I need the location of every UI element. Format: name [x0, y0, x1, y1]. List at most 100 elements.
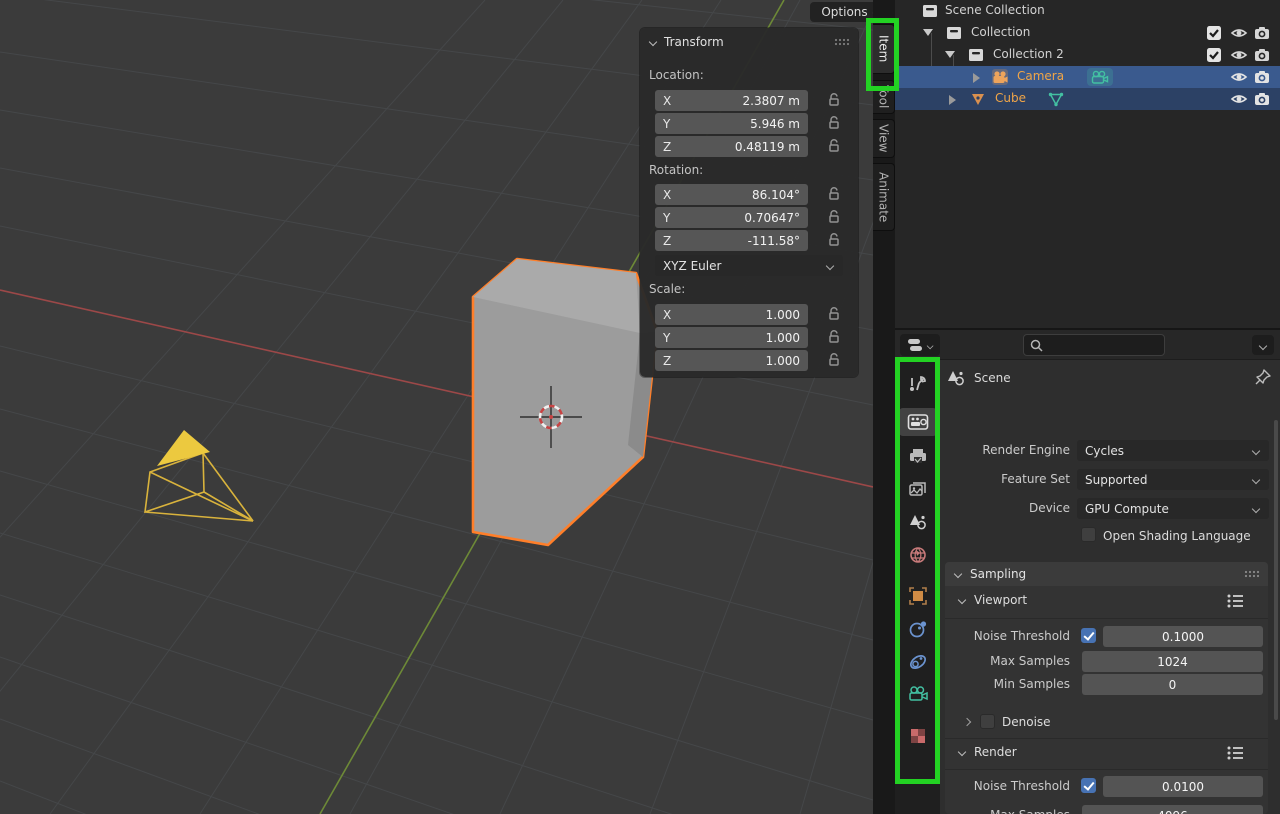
viewport-noise-threshold-field[interactable]: 0.1000 [1103, 626, 1263, 647]
render-visibility-camera-icon[interactable] [1253, 46, 1271, 64]
denoise-row[interactable]: Denoise [963, 714, 1051, 729]
rotation-x-field[interactable]: X 86.104° [655, 184, 808, 205]
sampling-panel-header[interactable]: Sampling [945, 562, 1268, 586]
tab-tool-properties[interactable] [899, 370, 937, 398]
properties-search[interactable] [1023, 334, 1165, 356]
tab-render-properties[interactable] [899, 408, 937, 436]
properties-header [895, 330, 1280, 360]
outliner-row-collection[interactable]: Collection [895, 22, 1280, 44]
viewport-max-samples-field[interactable]: 1024 [1082, 651, 1263, 672]
render-noise-threshold-row: Noise Threshold 0.0100 [945, 776, 1268, 797]
hide-eye-icon[interactable] [1230, 24, 1248, 42]
render-noise-threshold-field[interactable]: 0.0100 [1103, 776, 1263, 797]
tab-item[interactable]: Item [873, 24, 895, 74]
disclosure-triangle-icon[interactable] [973, 73, 980, 83]
noise-threshold-checkbox[interactable] [1081, 778, 1096, 793]
scale-y-field[interactable]: Y 1.000 [655, 327, 808, 348]
tab-tool[interactable]: Tool [873, 80, 895, 114]
search-icon [1030, 339, 1043, 352]
osl-checkbox[interactable] [1081, 527, 1096, 542]
mesh-data-icon[interactable] [1047, 90, 1065, 108]
scale-x-field[interactable]: X 1.000 [655, 304, 808, 325]
collapse-chevron-icon[interactable] [648, 37, 658, 47]
exclude-checkbox-icon[interactable] [1205, 46, 1223, 64]
properties-tab-column [895, 360, 940, 814]
panel-grip-icon[interactable] [1244, 569, 1260, 579]
mesh-object-icon [969, 90, 987, 108]
lock-icon[interactable] [826, 137, 844, 155]
rotation-y-field[interactable]: Y 0.70647° [655, 207, 808, 228]
scale-z-field[interactable]: Z 1.000 [655, 350, 808, 371]
denoise-checkbox[interactable] [980, 714, 995, 729]
tab-output-properties[interactable] [899, 442, 937, 470]
tab-object-properties[interactable] [899, 582, 937, 610]
lock-icon[interactable] [826, 351, 844, 369]
hide-eye-icon[interactable] [1230, 68, 1248, 86]
viewport-min-samples-field[interactable]: 0 [1082, 674, 1263, 695]
disclosure-triangle-icon[interactable] [949, 95, 956, 105]
outliner-row-cube[interactable]: Cube [895, 88, 1280, 110]
hide-eye-icon[interactable] [1230, 90, 1248, 108]
render-visibility-camera-icon[interactable] [1253, 68, 1271, 86]
disclosure-triangle-icon[interactable] [923, 29, 933, 36]
device-dropdown[interactable]: GPU Compute [1077, 498, 1269, 519]
editor-type-button[interactable] [900, 334, 940, 356]
tab-world-properties[interactable] [899, 541, 937, 569]
collapse-chevron-icon [957, 595, 967, 605]
lock-icon[interactable] [826, 91, 844, 109]
lock-icon[interactable] [826, 114, 844, 132]
collapse-chevron-icon [953, 569, 963, 579]
cube-object [471, 257, 659, 547]
chevron-down-icon [1252, 504, 1261, 513]
feature-set-dropdown[interactable]: Supported [1077, 469, 1269, 490]
outliner-row-scene-collection[interactable]: Scene Collection [895, 0, 1280, 22]
texture-checker-icon [911, 729, 925, 743]
location-z-field[interactable]: Z 0.48119 m [655, 136, 808, 157]
pin-icon[interactable] [1254, 368, 1272, 386]
lock-icon[interactable] [826, 208, 844, 226]
tab-physics-properties[interactable] [899, 615, 937, 643]
outliner-row-collection-2[interactable]: Collection 2 [895, 44, 1280, 66]
osl-row: Open Shading Language [940, 526, 1280, 547]
render-max-samples-field[interactable]: 4096 [1082, 805, 1263, 814]
lock-icon[interactable] [826, 185, 844, 203]
location-x-field[interactable]: X 2.3807 m [655, 90, 808, 111]
disclosure-triangle-icon[interactable] [945, 51, 955, 58]
tab-animate[interactable]: Animate [873, 163, 895, 231]
viewport-subpanel-header[interactable]: Viewport [957, 593, 1027, 607]
header-options-button[interactable] [1252, 335, 1274, 355]
lock-icon[interactable] [826, 231, 844, 249]
presets-icon[interactable] [1225, 744, 1245, 762]
panel-grip-icon[interactable] [834, 37, 850, 47]
rotation-label: Rotation: [649, 163, 704, 177]
properties-scrollbar[interactable] [1274, 420, 1278, 720]
lock-icon[interactable] [826, 305, 844, 323]
tab-constraints-properties[interactable] [899, 648, 937, 676]
tab-texture-properties[interactable] [899, 722, 937, 750]
location-y-field[interactable]: Y 5.946 m [655, 113, 808, 134]
options-label: Options [821, 5, 868, 19]
options-button[interactable]: Options [810, 2, 873, 22]
rotation-mode-dropdown[interactable]: XYZ Euler [655, 255, 843, 276]
tab-view-layer-properties[interactable] [899, 475, 937, 503]
collection-icon [921, 2, 939, 20]
render-subpanel-header[interactable]: Render [957, 745, 1017, 759]
search-input[interactable] [1049, 337, 1153, 353]
outliner-row-camera[interactable]: Camera [895, 66, 1280, 88]
lock-icon[interactable] [826, 328, 844, 346]
tab-scene-properties[interactable] [899, 508, 937, 536]
render-engine-dropdown[interactable]: Cycles [1077, 440, 1269, 461]
rotation-z-field[interactable]: Z -111.58° [655, 230, 808, 251]
tab-view[interactable]: View [873, 119, 895, 158]
hide-eye-icon[interactable] [1230, 46, 1248, 64]
noise-threshold-checkbox[interactable] [1081, 628, 1096, 643]
presets-icon[interactable] [1225, 592, 1245, 610]
render-visibility-camera-icon[interactable] [1253, 24, 1271, 42]
render-visibility-camera-icon[interactable] [1253, 90, 1271, 108]
camera-data-icon[interactable] [1087, 68, 1113, 86]
camera-object [144, 430, 254, 522]
3d-viewport[interactable]: Options Transform Location: X 2.3807 m Y… [0, 0, 873, 814]
exclude-checkbox-icon[interactable] [1205, 24, 1223, 42]
tab-object-data-properties[interactable] [899, 680, 937, 708]
breadcrumb-scene-label: Scene [974, 371, 1011, 385]
